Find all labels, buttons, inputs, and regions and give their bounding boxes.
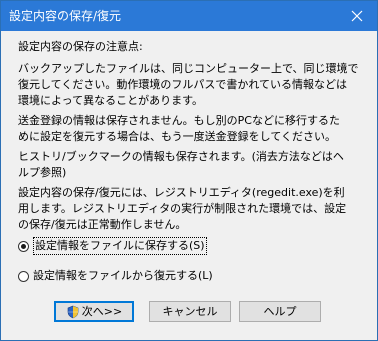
- restore-radio[interactable]: [18, 270, 29, 282]
- next-button[interactable]: 次へ>>: [54, 301, 134, 322]
- help-button-label: ヘルプ: [263, 305, 297, 318]
- window-title: 設定内容の保存/復元: [9, 9, 122, 23]
- uac-shield-icon: [67, 305, 79, 318]
- next-button-label: 次へ>>: [81, 305, 123, 318]
- note-remittance: 送金登録の情報は保存されません。もし別のPCなどに移行するた めに設定を復元する…: [18, 114, 340, 143]
- help-button[interactable]: ヘルプ: [239, 301, 321, 322]
- notes-heading: 設定内容の保存の注意点:: [18, 40, 143, 53]
- save-option-label[interactable]: 設定情報をファイルに保存する(S): [33, 237, 207, 255]
- restore-option[interactable]: 設定情報をファイルから復元する(L): [18, 268, 213, 284]
- note-registry: 設定内容の保存/復元には、レジストリエディタ(regedit.exe)を利 用し…: [18, 186, 347, 231]
- title-bar[interactable]: 設定内容の保存/復元: [1, 1, 377, 31]
- dialog-body: 設定内容の保存の注意点: バックアップしたファイルは、同じコンピューター上で、同…: [1, 31, 377, 340]
- dialog-window: 設定内容の保存/復元 設定内容の保存の注意点: バックアップしたファイルは、同じ…: [0, 0, 378, 341]
- cancel-button[interactable]: キャンセル: [149, 301, 231, 322]
- note-history: ヒストリ/ブックマークの情報も保存されます。(消去方法などはヘ ルプ参照): [18, 150, 344, 179]
- cancel-button-label: キャンセル: [162, 305, 218, 318]
- close-button[interactable]: [337, 1, 377, 31]
- close-icon: [351, 10, 363, 22]
- save-option[interactable]: 設定情報をファイルに保存する(S): [18, 237, 207, 255]
- note-environment: バックアップしたファイルは、同じコンピューター上で、同じ環境で 復元してください…: [18, 62, 359, 107]
- save-radio[interactable]: [18, 240, 29, 252]
- restore-option-label[interactable]: 設定情報をファイルから復元する(L): [33, 268, 213, 284]
